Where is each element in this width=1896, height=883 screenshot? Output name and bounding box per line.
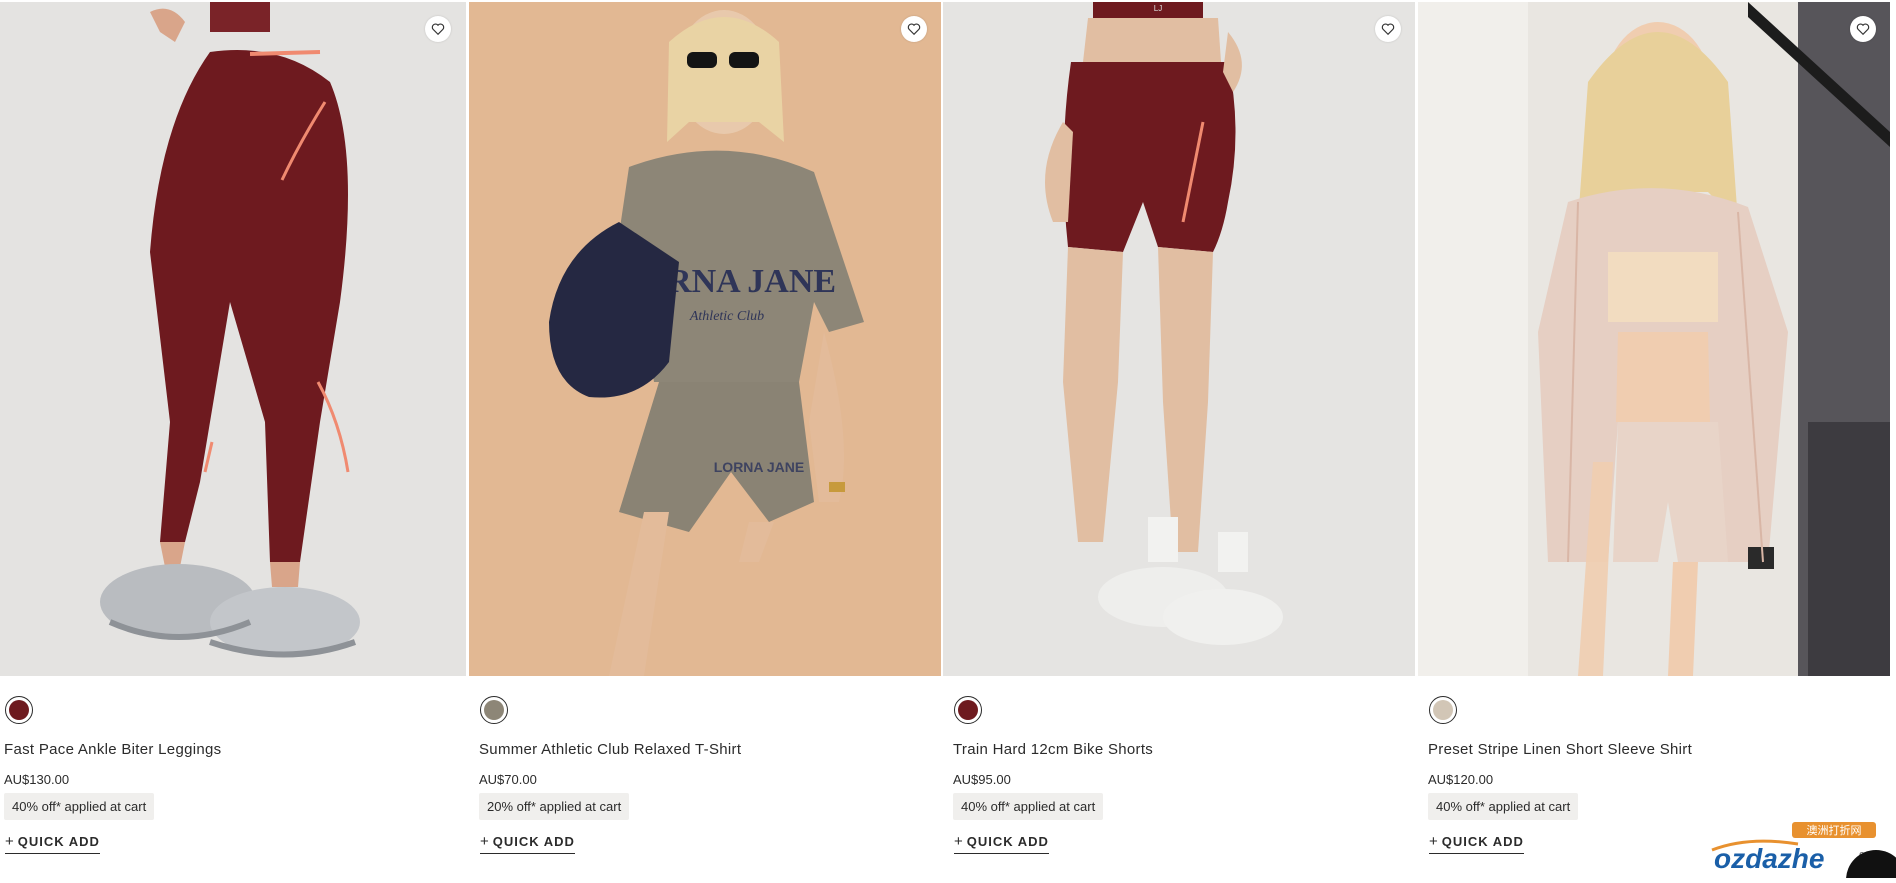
quick-add-label: QUICK ADD: [17, 834, 100, 849]
shorts-print: LORNA JANE: [714, 459, 805, 475]
color-swatch[interactable]: [5, 696, 33, 724]
heart-icon: [431, 23, 445, 36]
promo-badge: 20% off* applied at cart: [479, 793, 630, 820]
product-card: Preset Stripe Linen Short Sleeve Shirt A…: [1418, 0, 1890, 878]
heart-icon: [1381, 23, 1395, 36]
swatch-color: [9, 700, 29, 720]
wishlist-button[interactable]: [1850, 16, 1876, 42]
plus-icon: +: [1429, 833, 1439, 850]
color-swatch[interactable]: [480, 696, 508, 724]
quick-add-button[interactable]: + QUICK ADD: [5, 833, 100, 854]
waistband-print: LJ: [1154, 4, 1162, 13]
heart-icon: [1856, 23, 1870, 36]
product-card: LORNA JANE Athletic Club LORNA JANE Summ…: [469, 0, 941, 878]
swatch-color: [484, 700, 504, 720]
color-swatch[interactable]: [1429, 696, 1457, 724]
color-swatch[interactable]: [954, 696, 982, 724]
plus-icon: +: [480, 833, 490, 850]
quick-add-label: QUICK ADD: [966, 834, 1049, 849]
swatch-color: [1433, 700, 1453, 720]
swatch-color: [958, 700, 978, 720]
quick-add-label: QUICK ADD: [1441, 834, 1524, 849]
wishlist-button[interactable]: [1375, 16, 1401, 42]
quick-add-label: QUICK ADD: [492, 834, 575, 849]
promo-badge: 40% off* applied at cart: [1428, 793, 1579, 820]
product-name[interactable]: Preset Stripe Linen Short Sleeve Shirt: [1428, 741, 1692, 758]
product-price: AU$95.00: [953, 772, 1011, 787]
product-name[interactable]: Train Hard 12cm Bike Shorts: [953, 741, 1153, 758]
product-name[interactable]: Summer Athletic Club Relaxed T-Shirt: [479, 741, 741, 758]
product-grid: Fast Pace Ankle Biter Leggings AU$130.00…: [0, 0, 1896, 878]
wishlist-button[interactable]: [425, 16, 451, 42]
product-image[interactable]: [1418, 2, 1890, 676]
quick-add-button[interactable]: + QUICK ADD: [480, 833, 575, 854]
product-price: AU$70.00: [479, 772, 537, 787]
product-image[interactable]: LORNA JANE Athletic Club LORNA JANE: [469, 2, 941, 676]
tshirt-script: Athletic Club: [689, 309, 764, 324]
quick-add-button[interactable]: + QUICK ADD: [1429, 833, 1524, 854]
plus-icon: +: [954, 833, 964, 850]
plus-icon: +: [5, 833, 15, 850]
watermark-logo: 澳洲打折网 ozdazhe .com: [1708, 818, 1896, 883]
svg-text:澳洲打折网: 澳洲打折网: [1807, 823, 1862, 837]
product-name[interactable]: Fast Pace Ankle Biter Leggings: [4, 741, 221, 758]
heart-icon: [907, 23, 921, 36]
promo-badge: 40% off* applied at cart: [953, 793, 1104, 820]
product-image[interactable]: LJ: [943, 2, 1415, 676]
promo-badge: 40% off* applied at cart: [4, 793, 155, 820]
wishlist-button[interactable]: [901, 16, 927, 42]
product-image[interactable]: [0, 2, 466, 676]
product-card: LJ Train Hard 12cm Bike Shorts AU$95.00 …: [943, 0, 1415, 878]
product-card: Fast Pace Ankle Biter Leggings AU$130.00…: [0, 0, 466, 878]
product-price: AU$120.00: [1428, 772, 1494, 787]
product-price: AU$130.00: [4, 772, 70, 787]
quick-add-button[interactable]: + QUICK ADD: [954, 833, 1049, 854]
svg-text:ozdazhe: ozdazhe: [1714, 843, 1824, 874]
